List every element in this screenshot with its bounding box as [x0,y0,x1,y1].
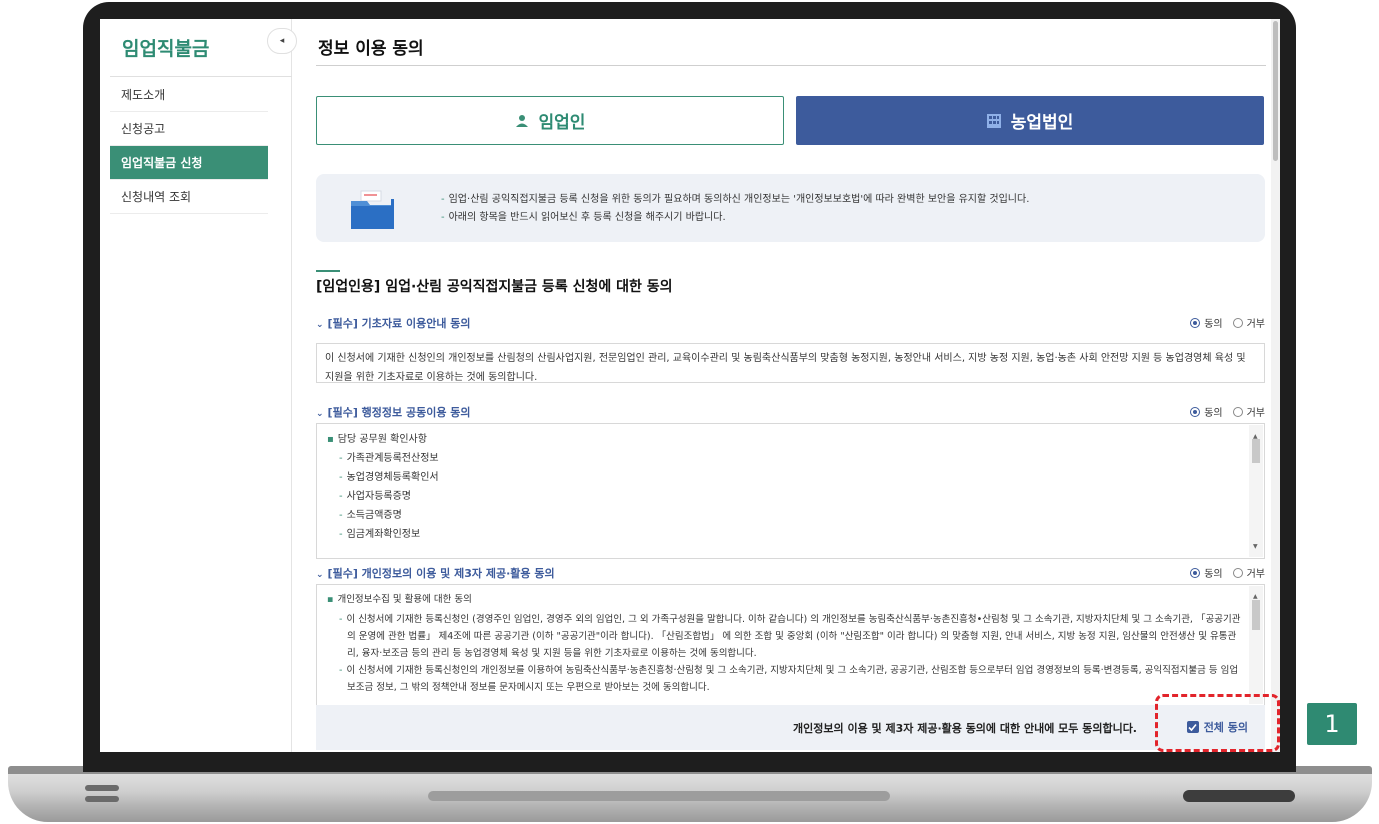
list-item: - 농업경영체등록확인서 [339,472,439,483]
list-heading: ▪ 담당 공무원 확인사항 [327,434,427,445]
info-lines: - 임업·산림 공익직접지불금 등록 신청을 위한 동의가 필요하며 동의하신 개… [441,191,1029,227]
info-line: - 임업·산림 공익직접지불금 등록 신청을 위한 동의가 필요하며 동의하신 개… [441,194,1030,205]
person-icon [515,114,529,128]
scrollbar[interactable]: ▲ ▼ [1249,425,1263,557]
chevron-down-icon: ⌄ [316,570,324,580]
refuse-radio[interactable]: 거부 [1232,565,1265,580]
list-item: - 소득금액증명 [339,510,402,521]
document-folder-icon [349,189,397,231]
corporation-type-label: 농업법인 [1010,113,1074,133]
agreement-label: ⌄ [필수] 기초자료 이용안내 동의 [316,317,471,330]
callout-highlight-box [1155,694,1280,752]
scrollbar-thumb[interactable] [1252,600,1260,630]
laptop-trackpad-slot [428,791,890,801]
chevron-left-icon: ◂ [279,36,285,46]
agreement-header-basic: ⌄ [필수] 기초자료 이용안내 동의 동의 거부 [316,314,1265,332]
agreement-scroll-admin[interactable]: ▪ 담당 공무원 확인사항 - 가족관계등록전산정보 - 농업경영체등록확인서 - 사업… [316,423,1265,559]
sidebar-item-history[interactable]: 신청내역 조회 [110,180,268,214]
corporation-type-button[interactable]: 농업법인 [796,96,1264,145]
refuse-radio[interactable]: 거부 [1232,404,1265,419]
refuse-radio[interactable]: 거부 [1232,315,1265,330]
agreement-header-privacy: ⌄ [필수] 개인정보의 이용 및 제3자 제공·활용 동의 동의 거부 [316,564,1265,582]
sidebar-title: 임업직불금 [122,38,210,60]
forester-type-label: 임업인 [538,113,586,133]
page-scrollbar[interactable] [1271,19,1280,752]
laptop-port-icon [85,785,119,805]
agreement-header-admin: ⌄ [필수] 행정정보 공동이용 동의 동의 거부 [316,403,1265,421]
section-title: [임업인용] 임업·산림 공익직접지불금 등록 신청에 대한 동의 [316,279,673,295]
agreement-radio-group: 동의 거부 [1190,565,1265,580]
agreement-paragraph: -이 신청서에 기재한 등록신청인의 개인정보를 이용하여 농림축산식품부·농촌… [339,665,1239,693]
scrollbar-thumb[interactable] [1252,439,1260,463]
agreement-paragraph: -이 신청서에 기재한 등록신청인 (경영주인 임업인, 경영주 외의 임업인,… [339,614,1241,659]
sidebar-divider [110,76,292,77]
sidebar-item-intro[interactable]: 제도소개 [110,78,268,112]
list-heading: ▪ 개인정보수집 및 활용에 대한 동의 [327,594,472,605]
sidebar: 임업직불금 제도소개 신청공고 임업직불금 신청 신청내역 조회 [100,19,292,752]
all-agree-text: 개인정보의 이용 및 제3자 제공·활용 동의에 대한 안내에 모두 동의합니다… [793,722,1137,735]
laptop-indicator [1183,790,1295,802]
scroll-down-icon: ▼ [1253,543,1258,550]
sidebar-collapse-button[interactable]: ◂ [267,28,297,54]
agree-radio[interactable]: 동의 [1190,565,1223,580]
title-divider [316,65,1266,66]
agreement-scroll-privacy[interactable]: ▪ 개인정보수집 및 활용에 대한 동의 -이 신청서에 기재한 등록신청인 (경… [316,584,1265,706]
screen: 임업직불금 제도소개 신청공고 임업직불금 신청 신청내역 조회 ◂ 정보 이용… [100,19,1280,752]
agreement-label: ⌄ [필수] 개인정보의 이용 및 제3자 제공·활용 동의 [316,567,555,580]
page-scrollbar-thumb[interactable] [1273,21,1278,161]
sidebar-item-notice[interactable]: 신청공고 [110,112,268,146]
forester-type-button[interactable]: 임업인 [316,96,784,145]
agreement-text-basic: 이 신청서에 기재한 신청인의 개인정보를 산림청의 산림사업지원, 전문임업인… [316,343,1265,383]
all-agree-bar: 개인정보의 이용 및 제3자 제공·활용 동의에 대한 안내에 모두 동의합니다… [316,705,1265,750]
list-item: - 임금계좌확인정보 [339,529,421,540]
agreement-radio-group: 동의 거부 [1190,404,1265,419]
chevron-down-icon: ⌄ [316,409,324,419]
agreement-label: ⌄ [필수] 행정정보 공동이용 동의 [316,406,471,419]
list-item: - 사업자등록증명 [339,491,412,502]
page-title: 정보 이용 동의 [318,39,424,59]
chevron-down-icon: ⌄ [316,320,324,330]
callout-number-badge: 1 [1307,703,1357,745]
sidebar-item-apply[interactable]: 임업직불금 신청 [110,146,268,180]
info-line: - 아래의 항목을 반드시 읽어보신 후 등록 신청을 해주시기 바랍니다. [441,212,726,223]
sidebar-menu: 제도소개 신청공고 임업직불금 신청 신청내역 조회 [110,78,268,214]
scrollbar[interactable]: ▲ [1249,586,1263,704]
agree-radio[interactable]: 동의 [1190,404,1223,419]
info-notice-box: - 임업·산림 공익직접지불금 등록 신청을 위한 동의가 필요하며 동의하신 개… [316,174,1265,242]
section-accent-bar [316,270,340,272]
building-icon [986,113,1001,128]
agree-radio[interactable]: 동의 [1190,315,1223,330]
list-item: - 가족관계등록전산정보 [339,453,439,464]
agreement-radio-group: 동의 거부 [1190,315,1265,330]
